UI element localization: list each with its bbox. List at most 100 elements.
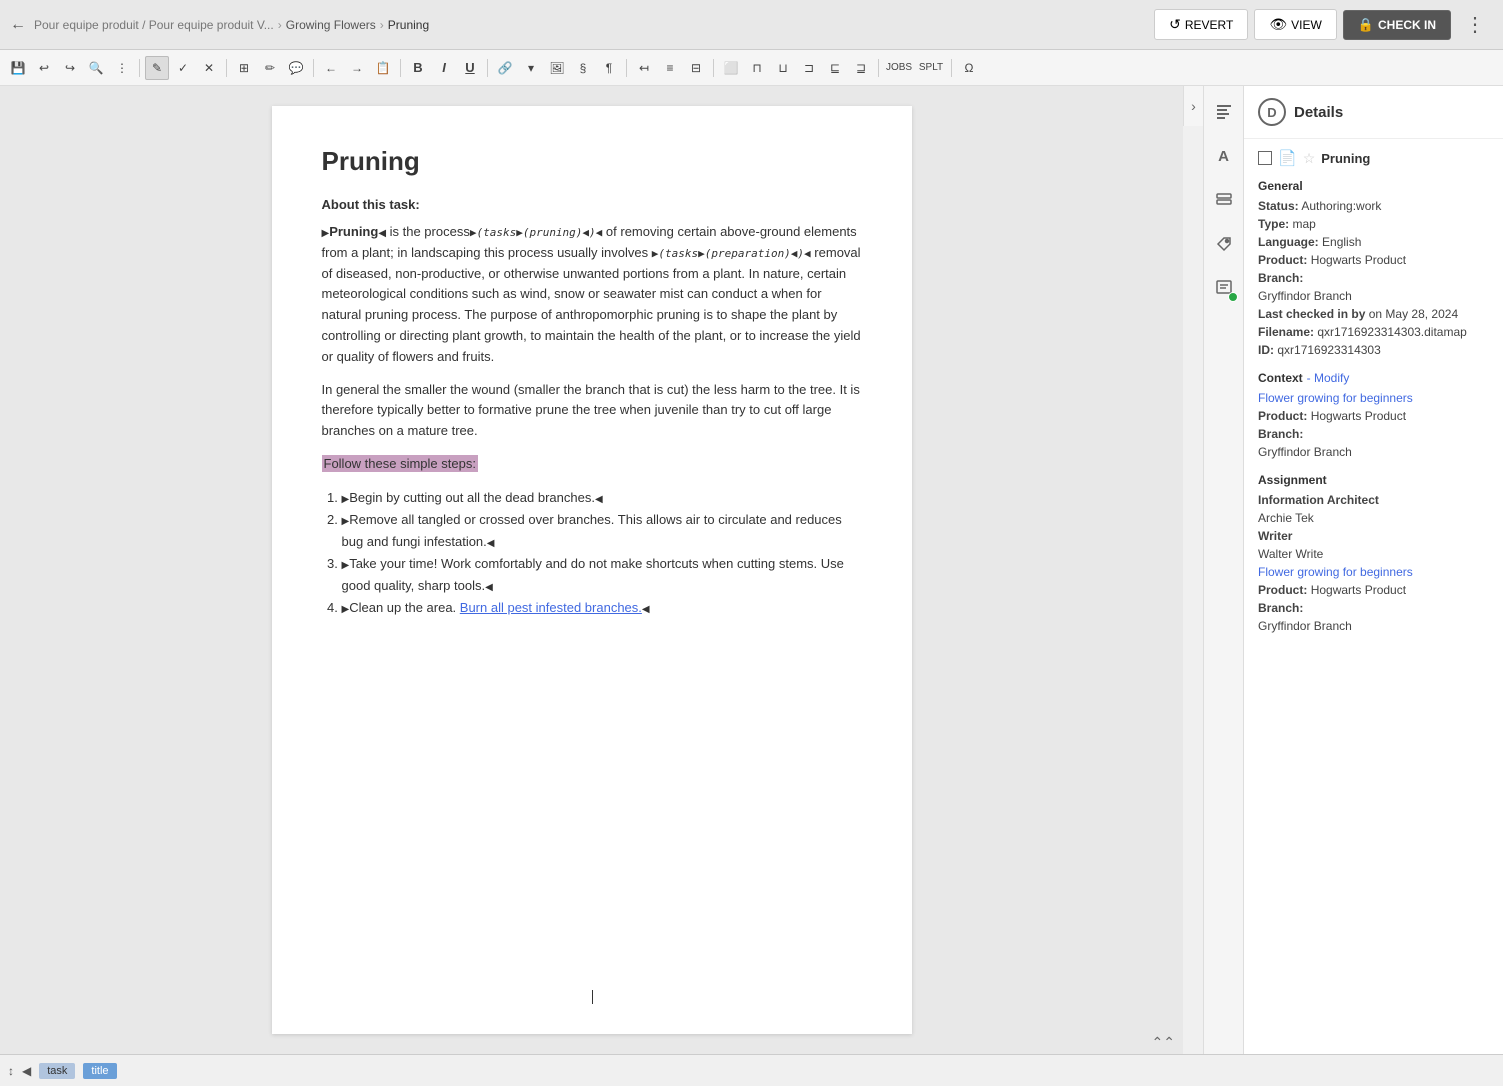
- paragraph-1[interactable]: ▶Pruning◀ is the process▶(tasks▶(pruning…: [322, 222, 862, 368]
- editor-scroll[interactable]: Pruning About this task: ▶Pruning◀ is th…: [0, 86, 1183, 1054]
- breadcrumb-map[interactable]: Growing Flowers: [286, 18, 376, 32]
- toolbar-separator-3: [313, 59, 314, 77]
- accept-button[interactable]: ✓: [171, 56, 195, 80]
- section-button[interactable]: §: [571, 56, 595, 80]
- context-modify-link[interactable]: - Modify: [1307, 371, 1350, 385]
- checkin-label: CHECK IN: [1378, 18, 1436, 32]
- item-checkbox[interactable]: [1258, 151, 1272, 165]
- font-icon: A: [1218, 148, 1229, 165]
- revert-icon: ↺: [1169, 16, 1181, 33]
- list-item-3[interactable]: ▶Take your time! Work comfortably and do…: [342, 553, 862, 597]
- item-star[interactable]: ☆: [1303, 150, 1316, 167]
- language-field: Language: English: [1258, 235, 1489, 249]
- branch-label: Branch:: [1258, 271, 1303, 285]
- status-tag-task[interactable]: task: [39, 1063, 75, 1079]
- context-branch-label: Branch:: [1258, 427, 1303, 441]
- ordered-list-button[interactable]: ≡: [658, 56, 682, 80]
- collapse-up-button[interactable]: ⌃⌃: [1152, 1034, 1175, 1051]
- text-cursor: [592, 990, 593, 1004]
- pencil-button[interactable]: ✏: [258, 56, 282, 80]
- checkin-button[interactable]: 🔒 CHECK IN: [1343, 10, 1451, 40]
- jobs-button[interactable]: JOBS: [884, 56, 914, 80]
- more-menu-button[interactable]: ⋮: [1457, 6, 1493, 43]
- writer-role-row: Writer: [1258, 529, 1489, 543]
- editor-toolbar: 💾 ↩ ↪ 🔍 ⋮ ✎ ✓ ✕ ⊞ ✏ 💬 ← → 📋 B I U 🔗 ▾ 🖼 …: [0, 50, 1503, 86]
- table2-button[interactable]: ⬜: [719, 56, 743, 80]
- image-button[interactable]: 🖼: [545, 56, 569, 80]
- type-value: map: [1292, 217, 1315, 231]
- id-field: ID: qxr1716923314303: [1258, 343, 1489, 357]
- ia-name-row: Archie Tek: [1258, 511, 1489, 525]
- toolbar-separator-6: [626, 59, 627, 77]
- paste-button[interactable]: 📋: [371, 56, 395, 80]
- font-icon-btn[interactable]: A: [1208, 140, 1240, 172]
- toolbar-separator-8: [878, 59, 879, 77]
- filename-value: qxr1716923314303.ditamap: [1317, 325, 1466, 339]
- view-button[interactable]: 👁 VIEW: [1254, 9, 1336, 40]
- list-item-1[interactable]: ▶Begin by cutting out all the dead branc…: [342, 487, 862, 509]
- main-layout: Pruning About this task: ▶Pruning◀ is th…: [0, 86, 1503, 1054]
- para-button[interactable]: ¶: [597, 56, 621, 80]
- row-above-button[interactable]: ⊓: [745, 56, 769, 80]
- status-label: Status:: [1258, 199, 1299, 213]
- highlight-span: Follow these simple steps:: [322, 455, 478, 472]
- breadcrumb-sep2: ›: [380, 18, 384, 32]
- italic-button[interactable]: I: [432, 56, 456, 80]
- link-arrow-button[interactable]: ▾: [519, 56, 543, 80]
- structure-icon-btn[interactable]: [1208, 96, 1240, 128]
- language-label: Language:: [1258, 235, 1319, 249]
- merge-button[interactable]: ⊒: [849, 56, 873, 80]
- prev-button[interactable]: ←: [319, 56, 343, 80]
- filename-field: Filename: qxr1716923314303.ditamap: [1258, 325, 1489, 339]
- col-left-button[interactable]: ⊐: [797, 56, 821, 80]
- document-title[interactable]: Pruning: [322, 146, 862, 177]
- conditions-icon-btn[interactable]: [1208, 184, 1240, 216]
- review-icon-btn[interactable]: [1208, 272, 1240, 304]
- redo-button[interactable]: ↪: [58, 56, 82, 80]
- underline-button[interactable]: U: [458, 56, 482, 80]
- bold-button[interactable]: B: [406, 56, 430, 80]
- tags-icon-btn[interactable]: [1208, 228, 1240, 260]
- lastchecked-value: on May 28, 2024: [1369, 307, 1458, 321]
- lock-icon: 🔒: [1358, 17, 1374, 33]
- reject-button[interactable]: ✕: [197, 56, 221, 80]
- details-header: D Details: [1244, 86, 1503, 139]
- writer-branch-row: Branch:: [1258, 601, 1489, 615]
- branch-field: Branch:: [1258, 271, 1489, 285]
- paragraph-2[interactable]: In general the smaller the wound (smalle…: [322, 380, 862, 442]
- writer-branch-value-row: Gryffindor Branch: [1258, 619, 1489, 633]
- toolbar-separator-1: [139, 59, 140, 77]
- status-tag-title[interactable]: title: [83, 1063, 116, 1079]
- writer-link[interactable]: Flower growing for beginners: [1258, 565, 1413, 579]
- lastchecked-label: Last checked in by: [1258, 307, 1365, 321]
- context-link-1[interactable]: Flower growing for beginners: [1258, 391, 1413, 405]
- table-button[interactable]: ⊞: [232, 56, 256, 80]
- list-item-4[interactable]: ▶Clean up the area. Burn all pest infest…: [342, 597, 862, 619]
- row-below-button[interactable]: ⊔: [771, 56, 795, 80]
- right-panel: › A D Details: [1183, 86, 1503, 1054]
- edit-mode-button[interactable]: ✎: [145, 56, 169, 80]
- split-button[interactable]: SPLT: [916, 56, 946, 80]
- context-link-row: Flower growing for beginners: [1258, 391, 1489, 405]
- toolbar-separator-2: [226, 59, 227, 77]
- back-button[interactable]: ←: [10, 16, 26, 34]
- link-button[interactable]: 🔗: [493, 56, 517, 80]
- branch-value: Gryffindor Branch: [1258, 289, 1352, 303]
- details-item-header: 📄 ☆ Pruning: [1258, 149, 1489, 167]
- indent-button[interactable]: ↤: [632, 56, 656, 80]
- breadcrumb-path: Pour equipe produit / Pour equipe produi…: [34, 18, 274, 32]
- undo-button[interactable]: ↩: [32, 56, 56, 80]
- more-options-button[interactable]: ⋮: [110, 56, 134, 80]
- next-button[interactable]: →: [345, 56, 369, 80]
- col-right-button[interactable]: ⊑: [823, 56, 847, 80]
- find-button[interactable]: 🔍: [84, 56, 108, 80]
- status-left-btn[interactable]: ◀: [22, 1064, 31, 1078]
- panel-collapse-arrow[interactable]: ›: [1183, 86, 1203, 126]
- unordered-list-button[interactable]: ⊟: [684, 56, 708, 80]
- special-char-button[interactable]: Ω: [957, 56, 981, 80]
- comment-button[interactable]: 💬: [284, 56, 308, 80]
- revert-button[interactable]: ↺ REVERT: [1154, 9, 1248, 40]
- status-collapse-btn[interactable]: ↕: [8, 1064, 14, 1078]
- save-button[interactable]: 💾: [6, 56, 30, 80]
- list-item-2[interactable]: ▶Remove all tangled or crossed over bran…: [342, 509, 862, 553]
